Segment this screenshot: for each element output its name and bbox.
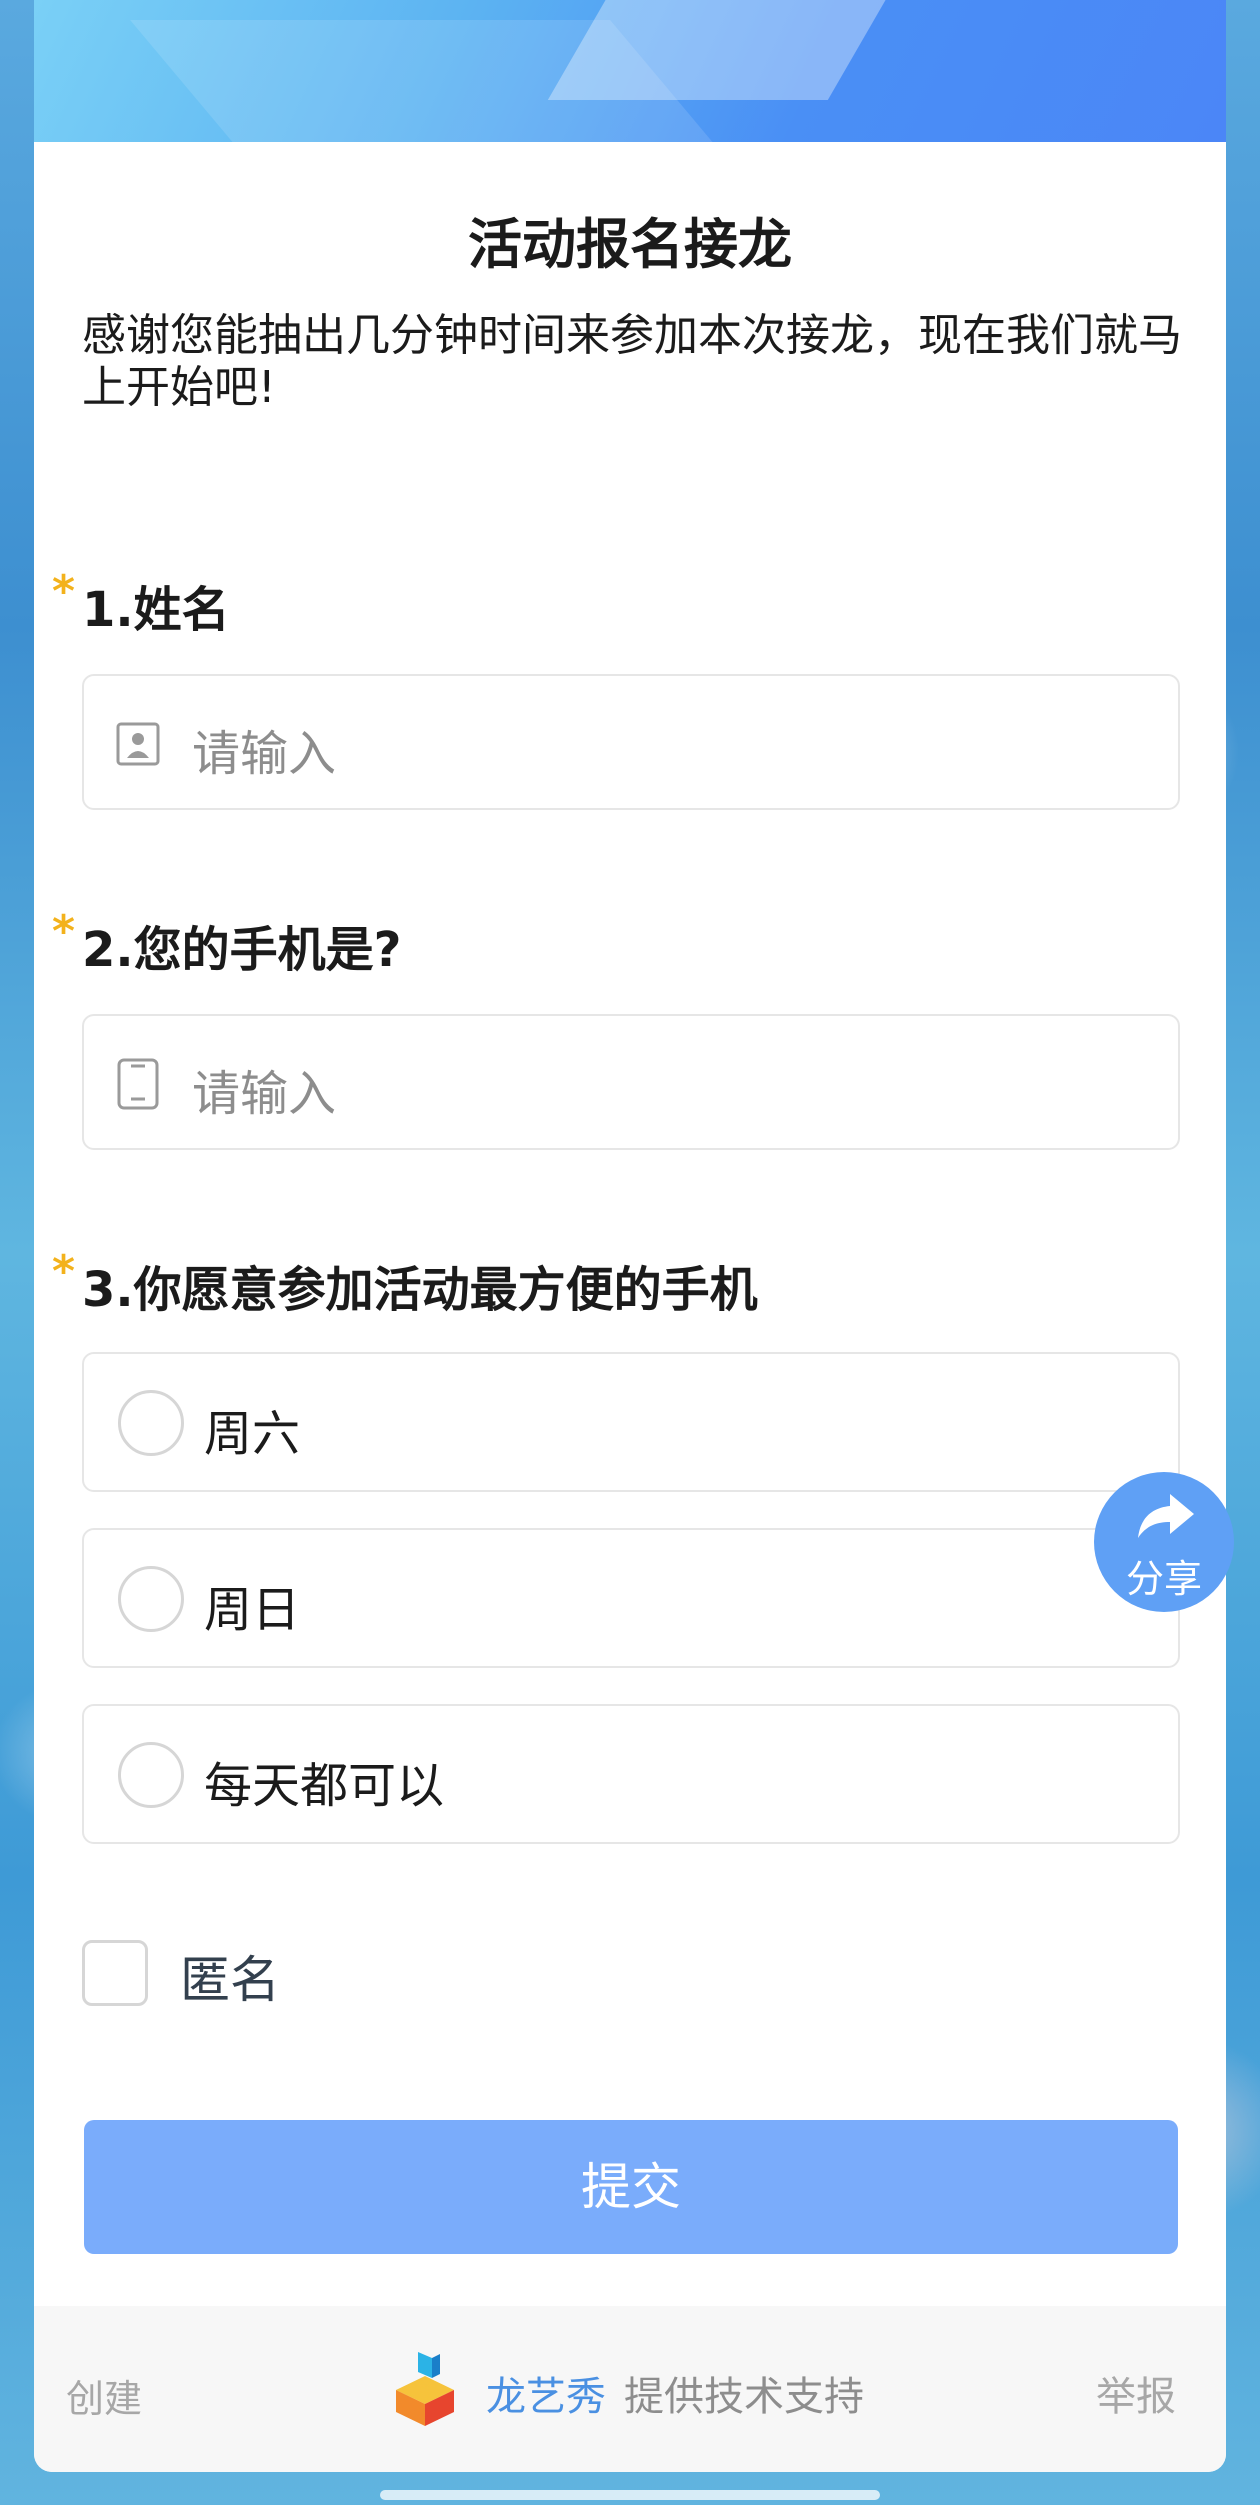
question-day-label: * 3.你愿意参加活动最方便的手机 <box>52 1246 758 1318</box>
brand-logo-icon <box>396 2352 454 2426</box>
submit-button[interactable]: 提交 <box>84 2120 1178 2254</box>
option-label: 周六 <box>204 1406 301 1462</box>
radio-option-sunday[interactable]: 周日 <box>82 1528 1180 1668</box>
support-text: 提供技术支持 <box>624 2374 864 2420</box>
share-arrow-icon <box>1138 1494 1194 1538</box>
phone-input[interactable]: 请输入 <box>82 1014 1180 1150</box>
share-button[interactable]: 分享 <box>1094 1472 1234 1612</box>
brand-name[interactable]: 龙艺秀 <box>486 2364 606 2422</box>
name-input-placeholder: 请输入 <box>192 726 337 782</box>
share-label: 分享 <box>1125 1557 1202 1601</box>
phone-input-placeholder: 请输入 <box>192 1066 337 1122</box>
radio-option-everyday[interactable]: 每天都可以 <box>82 1704 1180 1844</box>
form-title: 活动报名接龙 <box>468 213 792 276</box>
form-card: 活动报名接龙 感谢您能抽出几分钟时间来参加本次接龙，现在我们就马上开始吧! * … <box>34 0 1226 2472</box>
form-intro: 感谢您能抽出几分钟时间来参加本次接龙，现在我们就马上开始吧! <box>82 310 1182 413</box>
radio-button[interactable] <box>118 1566 184 1632</box>
anonymous-label[interactable]: 匿名 <box>180 1940 280 2012</box>
question-name-label: * 1.姓名 <box>52 566 230 638</box>
create-link[interactable]: 创建 <box>66 2368 142 2423</box>
required-star: * <box>52 1246 76 1297</box>
radio-button[interactable] <box>118 1742 184 1808</box>
option-label: 周日 <box>204 1582 301 1638</box>
footer: 创建 龙艺秀 提供技术支持 举报 <box>34 2306 1226 2472</box>
header-banner <box>34 0 1226 142</box>
anonymous-checkbox[interactable] <box>82 1940 148 2006</box>
home-indicator <box>380 2490 880 2500</box>
question-phone-label: * 2.您的手机是? <box>52 906 402 978</box>
required-star: * <box>52 906 76 957</box>
person-card-icon <box>116 722 160 766</box>
required-star: * <box>52 566 76 617</box>
name-input[interactable]: 请输入 <box>82 674 1180 810</box>
phone-icon <box>117 1058 159 1110</box>
radio-button[interactable] <box>118 1390 184 1456</box>
option-label: 每天都可以 <box>204 1758 445 1814</box>
report-link[interactable]: 举报 <box>1096 2364 1176 2422</box>
radio-option-saturday[interactable]: 周六 <box>82 1352 1180 1492</box>
